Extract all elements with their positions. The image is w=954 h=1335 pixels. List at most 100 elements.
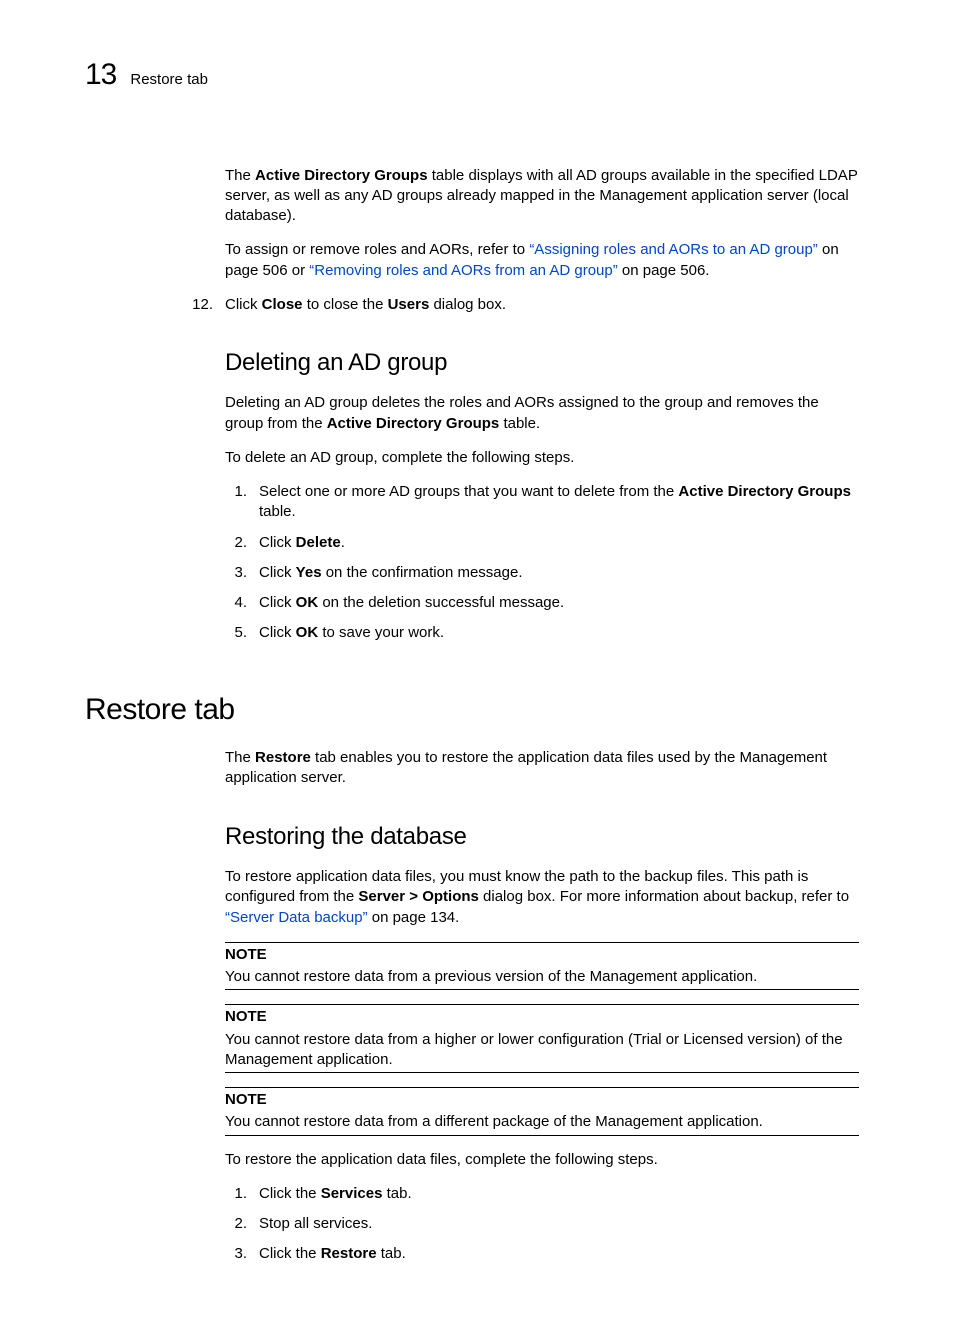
list-body: Click the Services tab. [259, 1184, 859, 1204]
bold-text: OK [296, 594, 319, 611]
note-label: NOTE [225, 1090, 859, 1110]
section-restoring-database: Restoring the database To restore applic… [225, 821, 859, 1265]
note-rule [225, 1135, 859, 1136]
text: to close the [303, 296, 388, 313]
bold-text: OK [296, 624, 319, 641]
note-body: You cannot restore data from a previous … [225, 967, 859, 987]
text: Click [225, 296, 262, 313]
list-number: 1. [225, 482, 247, 523]
bold-users: Users [388, 296, 430, 313]
note-label: NOTE [225, 1007, 859, 1027]
text: to save your work. [318, 624, 444, 641]
text: on the confirmation message. [322, 564, 523, 581]
notes: NOTEYou cannot restore data from a previ… [225, 942, 859, 1136]
text: To assign or remove roles and AORs, refe… [225, 241, 529, 258]
list-body: Click OK on the deletion successful mess… [259, 593, 859, 613]
restore-intro: The Restore tab enables you to restore t… [225, 748, 859, 789]
note-body: You cannot restore data from a different… [225, 1112, 859, 1132]
list-item: 2. Click Delete. [225, 533, 859, 553]
delete-paragraph-1: Deleting an AD group deletes the roles a… [225, 393, 859, 434]
list-body: Click OK to save your work. [259, 623, 859, 643]
delete-paragraph-2: To delete an AD group, complete the foll… [225, 448, 859, 468]
list-item: 3.Click the Restore tab. [225, 1244, 859, 1264]
text: table. [259, 503, 296, 520]
list-item: 12. Click Close to close the Users dialo… [191, 295, 859, 315]
restoring-paragraph-1: To restore application data files, you m… [225, 867, 859, 928]
chapter-title: Restore tab [130, 70, 208, 90]
bold-close: Close [262, 296, 303, 313]
list-body: Select one or more AD groups that you wa… [259, 482, 859, 523]
list-number: 3. [225, 563, 247, 583]
link-remove-roles[interactable]: “Removing roles and AORs from an AD grou… [309, 262, 617, 279]
running-header: 13 Restore tab [85, 55, 859, 96]
text: . [341, 534, 345, 551]
note-label: NOTE [225, 945, 859, 965]
intro-block: The Active Directory Groups table displa… [225, 166, 859, 281]
restore-paragraph-1: The Restore tab enables you to restore t… [225, 748, 859, 789]
note-rule [225, 1072, 859, 1073]
text: Click [259, 594, 296, 611]
bold-active-directory-groups: Active Directory Groups [255, 167, 428, 184]
list-body: Click Yes on the confirmation message. [259, 563, 859, 583]
list-item: 3. Click Yes on the confirmation message. [225, 563, 859, 583]
note-rule [225, 1004, 859, 1005]
text: on page 134. [368, 909, 460, 926]
text: tab enables you to restore the applicati… [225, 749, 827, 786]
text: tab. [377, 1245, 406, 1262]
intro-paragraph-1: The Active Directory Groups table displa… [225, 166, 859, 227]
text: The [225, 167, 255, 184]
note-block: NOTE You cannot restore data from a highe… [225, 1004, 859, 1073]
delete-steps: 1. Select one or more AD groups that you … [225, 482, 859, 644]
intro-paragraph-2: To assign or remove roles and AORs, refe… [225, 240, 859, 281]
list-number: 2. [225, 533, 247, 553]
list-item: 1. Select one or more AD groups that you … [225, 482, 859, 523]
step-12-block: 12. Click Close to close the Users dialo… [191, 295, 859, 315]
list-number: 3. [225, 1244, 247, 1264]
heading-deleting: Deleting an AD group [225, 347, 859, 379]
note-rule [225, 942, 859, 943]
list-item: 4. Click OK on the deletion successful me… [225, 593, 859, 613]
list-item: 5. Click OK to save your work. [225, 623, 859, 643]
list-number: 1. [225, 1184, 247, 1204]
list-body: Click Delete. [259, 533, 859, 553]
text: Click the [259, 1245, 321, 1262]
text: Click [259, 624, 296, 641]
note-block: NOTEYou cannot restore data from a previ… [225, 942, 859, 991]
text: Click [259, 564, 296, 581]
section-deleting-ad-group: Deleting an AD group Deleting an AD grou… [225, 347, 859, 644]
bold-text: Delete [296, 534, 341, 551]
text: tab. [382, 1185, 411, 1202]
list-body: Stop all services. [259, 1214, 859, 1234]
bold-text: Yes [296, 564, 322, 581]
text: dialog box. For more information about b… [479, 888, 849, 905]
text: Stop all services. [259, 1215, 372, 1232]
list-number: 2. [225, 1214, 247, 1234]
page: 13 Restore tab The Active Directory Grou… [0, 0, 954, 1335]
restoring-paragraph-2: To restore the application data files, c… [225, 1150, 859, 1170]
list-item: 2. Stop all services. [225, 1214, 859, 1234]
text: dialog box. [429, 296, 506, 313]
list-number: 4. [225, 593, 247, 613]
list-number: 5. [225, 623, 247, 643]
note-body: You cannot restore data from a higher or… [225, 1030, 859, 1071]
chapter-number: 13 [85, 55, 116, 96]
list-number: 12. [191, 295, 213, 315]
bold-active-directory-groups: Active Directory Groups [327, 415, 500, 432]
text: on page 506. [618, 262, 710, 279]
note-rule [225, 1087, 859, 1088]
text: on the deletion successful message. [318, 594, 564, 611]
note-rule [225, 989, 859, 990]
bold-text: Active Directory Groups [678, 483, 851, 500]
text: The [225, 749, 255, 766]
restore-steps: 1. Click the Services tab. 2. Stop all serv… [225, 1184, 859, 1265]
list-body: Click Close to close the Users dialog bo… [225, 295, 859, 315]
text: table. [499, 415, 540, 432]
link-server-data-backup[interactable]: “Server Data backup” [225, 909, 368, 926]
link-assign-roles[interactable]: “Assigning roles and AORs to an AD group… [529, 241, 818, 258]
heading-restore-tab: Restore tab [85, 690, 859, 731]
bold-restore: Restore [255, 749, 311, 766]
text: Click [259, 534, 296, 551]
list-item: 1. Click the Services tab. [225, 1184, 859, 1204]
text: Click the [259, 1185, 321, 1202]
bold-server-options: Server > Options [358, 888, 478, 905]
